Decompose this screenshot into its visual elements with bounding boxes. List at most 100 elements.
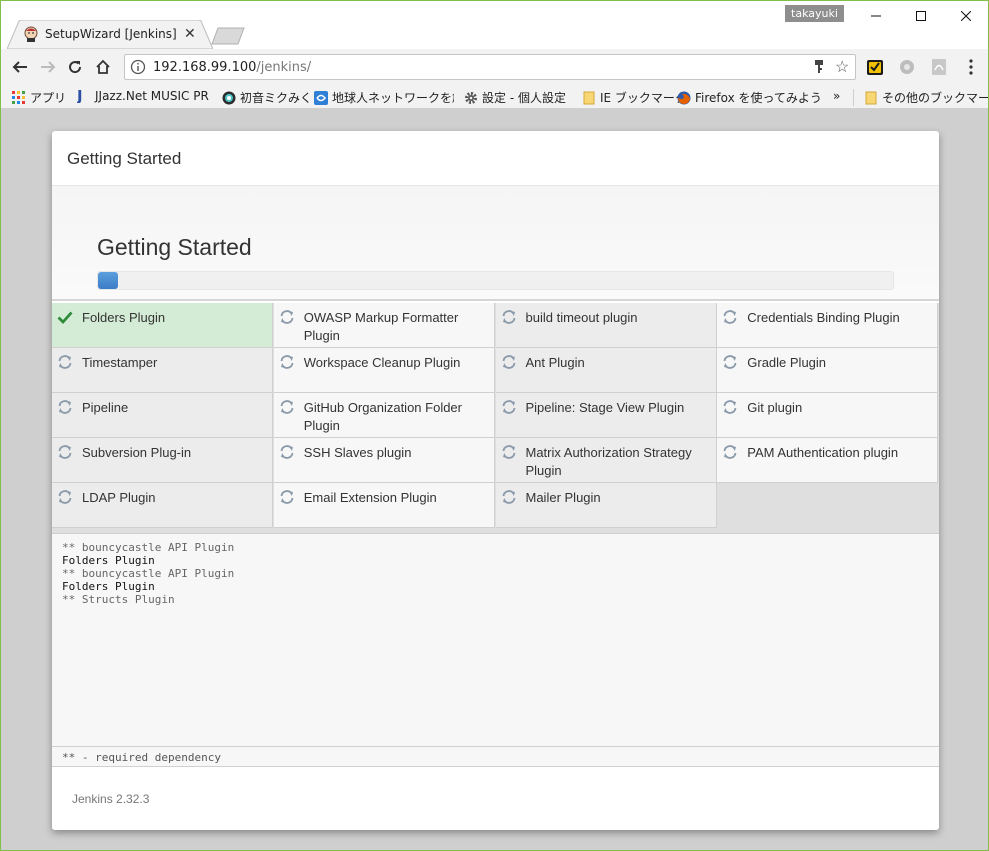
key-icon[interactable] [813,59,825,75]
plugin-name: Gradle Plugin [747,355,827,370]
home-button[interactable] [93,57,113,77]
progress-fill [98,272,118,289]
bookmark-label: 地球人ネットワークを創る [332,91,454,105]
plugin-name: Pipeline: Stage View Plugin [525,400,685,415]
bookmark-label: その他のブックマーク [882,91,989,105]
plugin-name: Pipeline [82,400,129,415]
plugin-name: LDAP Plugin [82,490,156,505]
bookmark-ie[interactable]: IE ブックマーク [582,89,687,106]
plugin-name: Matrix Authorization Strategy Plugin [525,445,692,478]
bookmark-label: 設定 - 個人設定 [482,91,566,105]
install-progress-bar [97,271,894,290]
bookmark-label: IE ブックマーク [600,91,687,105]
banner-title: Getting Started [97,234,252,260]
back-button[interactable] [10,57,30,77]
pending-refresh-icon [502,310,515,324]
plugin-cell: OWASP Markup Formatter Plugin [273,303,495,348]
dialog-title: Getting Started [67,149,182,168]
pending-refresh-icon [502,490,515,504]
plugin-cell: Subversion Plug-in [52,438,273,483]
menu-dots-icon[interactable] [962,58,980,76]
pending-refresh-icon [280,490,294,504]
url-text[interactable]: 192.168.99.100/jenkins/ [153,60,311,75]
url-path: /jenkins/ [256,60,312,75]
minimize-icon [871,15,881,17]
plugin-name: Git plugin [747,400,803,415]
profile-badge[interactable]: takayuki [785,5,844,22]
plugin-cell: Folders Plugin [52,303,273,348]
pending-refresh-icon [58,355,72,369]
jjazz-icon: J [77,89,83,103]
log-line: ** bouncycastle API Plugin [62,541,235,554]
jenkins-favicon-icon [24,26,38,42]
new-tab-button[interactable] [211,27,245,45]
bookmark-label: JJazz.Net MUSIC PRO [95,89,209,103]
minimize-button[interactable] [853,1,899,31]
log-line: ** bouncycastle API Plugin [62,567,235,580]
extension-pdf-icon[interactable] [930,58,948,76]
dialog-footer: Jenkins 2.32.3 [52,768,939,830]
home-icon [96,59,110,74]
tab-close-icon[interactable]: ✕ [184,25,196,42]
info-icon[interactable] [130,59,146,75]
extension-check-icon[interactable] [866,58,884,76]
folder-icon [583,91,595,104]
maximize-button[interactable] [898,1,944,31]
title-bar: SetupWizard [Jenkins] ✕ takayuki [1,1,988,49]
close-window-button[interactable] [943,1,988,31]
folder-icon [865,91,877,104]
plugin-cell: Email Extension Plugin [273,483,495,528]
plugin-cell: Workspace Cleanup Plugin [273,348,495,393]
address-bar[interactable]: 192.168.99.100/jenkins/ ☆ [124,54,856,80]
setup-wizard-dialog: Getting Started Getting Started Folders … [52,131,939,830]
more-bookmarks-button[interactable]: » [833,89,840,103]
forward-button[interactable] [38,57,58,77]
bookmark-star-icon[interactable]: ☆ [835,57,849,77]
apps-grid-icon [12,90,25,104]
jenkins-version: Jenkins 2.32.3 [72,792,150,806]
bookmark-apps[interactable]: アプリ [12,89,66,106]
plugin-name: Subversion Plug-in [82,445,192,460]
plugin-name: Timestamper [82,355,158,370]
url-host: 192.168.99.100 [153,60,257,75]
browser-window: SetupWizard [Jenkins] ✕ takayuki 192.168… [0,0,989,851]
plugin-name: GitHub Organization Folder Plugin [303,400,462,433]
install-log: ** bouncycastle API Plugin Folders Plugin… [52,533,939,746]
plugin-name: Email Extension Plugin [303,490,437,505]
plugin-name: PAM Authentication plugin [747,445,899,460]
pending-refresh-icon [280,355,294,369]
dependency-legend: ** - required dependency [52,746,939,767]
earth-net-icon [314,90,328,105]
bookmark-miku[interactable]: 初音ミクみく [222,89,312,106]
plugin-name: SSH Slaves plugin [303,445,412,460]
extension-gray-icon[interactable] [898,58,916,76]
bookmark-label: アプリ [30,91,67,105]
plugin-name: Ant Plugin [525,355,585,370]
pending-refresh-icon [723,400,737,414]
bookmark-label: 初音ミクみく [240,91,313,105]
miku-icon [222,91,236,104]
bookmark-earth-net[interactable]: 地球人ネットワークを創る [314,89,454,106]
log-line: ** Structs Plugin [62,593,175,606]
plugin-cell: LDAP Plugin [52,483,273,528]
tab-title[interactable]: SetupWizard [Jenkins] [45,27,177,41]
plugin-cell: Timestamper [52,348,273,393]
pending-refresh-icon [502,355,515,369]
plugin-cell: Mailer Plugin [495,483,717,528]
progress-banner: Getting Started [52,186,939,301]
pending-refresh-icon [280,445,294,459]
bookmark-jjazz[interactable]: J JJazz.Net MUSIC PRO [77,89,209,103]
maximize-icon [916,11,926,21]
plugin-cell: PAM Authentication plugin [717,438,939,483]
plugin-name: Mailer Plugin [525,490,601,505]
bookmark-settings[interactable]: 設定 - 個人設定 [464,89,566,106]
plugin-grid: Folders Plugin OWASP Markup Formatter Plu… [52,303,939,533]
close-icon [961,11,971,21]
plugin-cell: Pipeline [52,393,273,438]
bookmark-other[interactable]: その他のブックマーク [853,89,989,106]
plugin-cell: Credentials Binding Plugin [717,303,939,348]
pending-refresh-icon [280,400,294,414]
reload-button[interactable] [65,57,85,77]
bookmark-firefox[interactable]: Firefox を使ってみよう [677,89,822,106]
plugin-cell: GitHub Organization Folder Plugin [273,393,495,438]
